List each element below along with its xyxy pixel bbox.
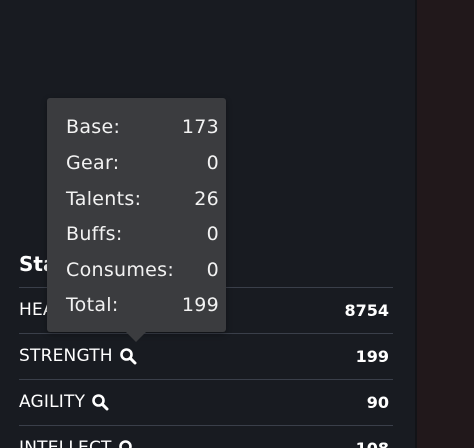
stat-row-agility: AGILITY 90	[19, 379, 393, 424]
stat-label-strength: STRENGTH	[19, 346, 113, 366]
tooltip-row-talents: Talents: 26	[66, 184, 219, 214]
stat-row-intellect: INTELLECT 108	[19, 425, 393, 448]
tooltip-value-consumes: 0	[206, 259, 219, 281]
tooltip-row-total: Total: 199	[66, 290, 219, 320]
tooltip-label-talents: Talents:	[66, 188, 142, 210]
tooltip-value-buffs: 0	[206, 223, 219, 245]
stat-value-intellect: 108	[355, 438, 389, 448]
tooltip-label-base: Base:	[66, 116, 121, 138]
tooltip-label-gear: Gear:	[66, 152, 120, 174]
stat-label-agility: AGILITY	[19, 392, 86, 412]
stat-value-agility: 90	[366, 392, 389, 412]
stat-label-intellect: INTELLECT	[19, 438, 112, 448]
tooltip-label-total: Total:	[66, 294, 119, 316]
tooltip-caret	[126, 332, 146, 342]
tooltip-row-gear: Gear: 0	[66, 148, 219, 178]
stat-row-strength: STRENGTH 199	[19, 333, 393, 378]
tooltip-value-base: 173	[181, 116, 219, 138]
stat-value-health: 8754	[344, 300, 389, 320]
tooltip-value-gear: 0	[206, 152, 219, 174]
stat-value-strength: 199	[355, 346, 389, 366]
side-panel	[417, 0, 474, 448]
tooltip-value-total: 199	[181, 294, 219, 316]
tooltip-value-talents: 26	[194, 188, 219, 210]
tooltip-row-buffs: Buffs: 0	[66, 219, 219, 249]
tooltip-label-buffs: Buffs:	[66, 223, 123, 245]
tooltip-row-consumes: Consumes: 0	[66, 255, 219, 285]
search-icon[interactable]	[118, 439, 136, 448]
search-icon[interactable]	[91, 393, 109, 411]
character-stats-panel: Stats HEALTH 8754 STRENGTH 199 AGILITY	[0, 0, 474, 448]
search-icon[interactable]	[119, 347, 137, 365]
tooltip-label-consumes: Consumes:	[66, 259, 175, 281]
strength-breakdown-tooltip: Base: 173 Gear: 0 Talents: 26 Buffs: 0 C…	[47, 98, 226, 342]
tooltip-row-base: Base: 173	[66, 112, 219, 142]
